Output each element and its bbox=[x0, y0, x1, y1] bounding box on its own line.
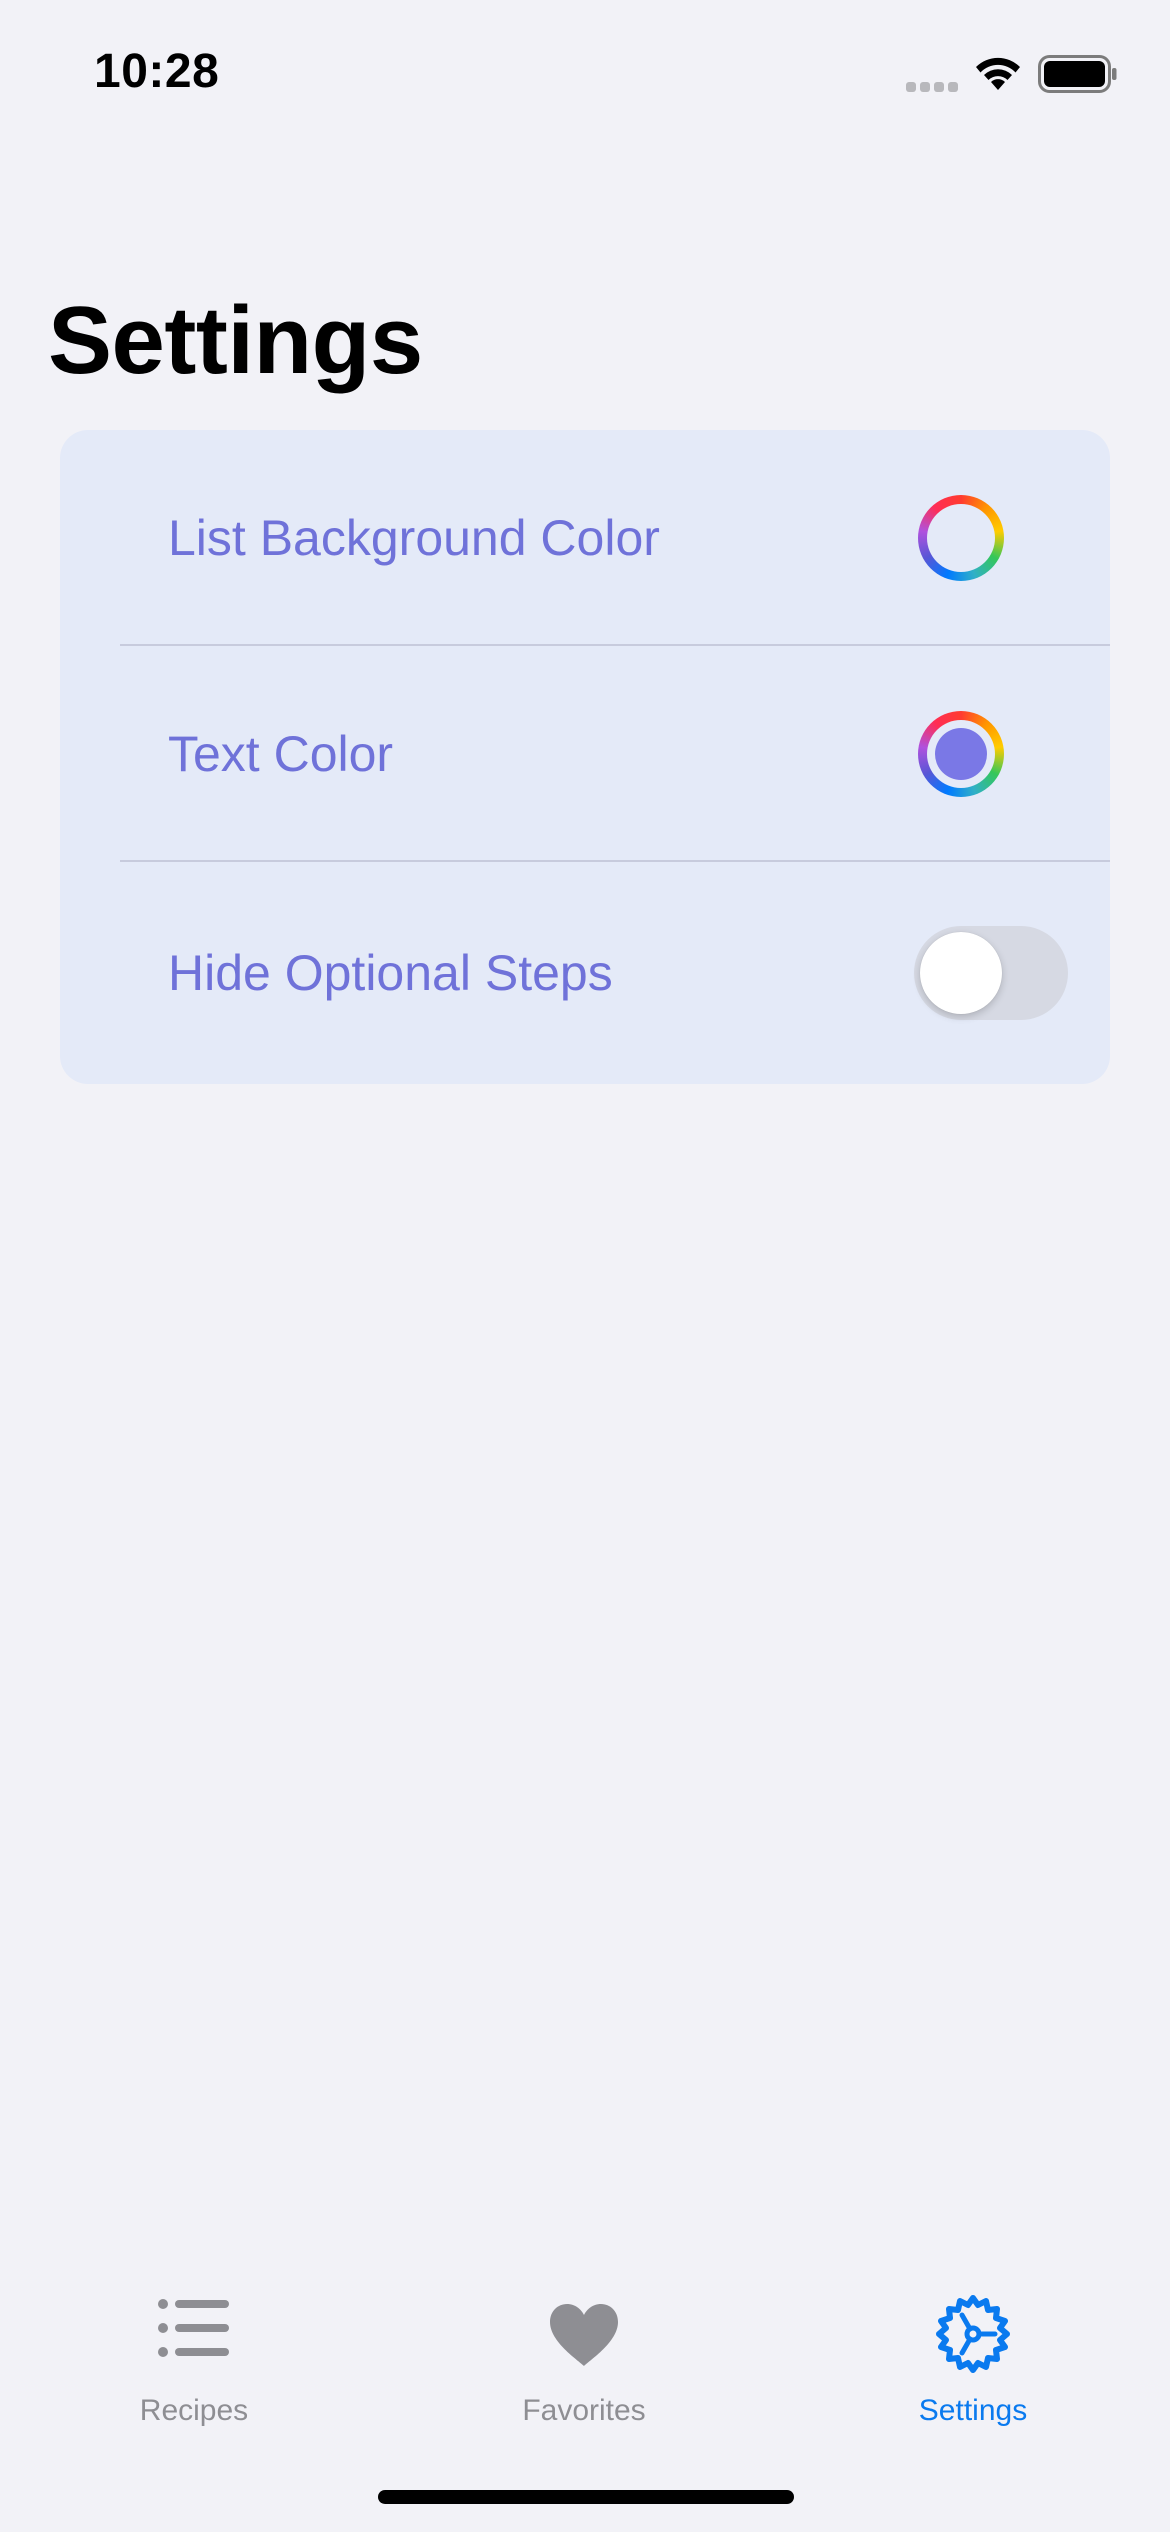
tab-recipes[interactable]: Recipes bbox=[64, 2270, 324, 2430]
gear-icon bbox=[936, 2295, 1010, 2373]
status-bar: 10:28 bbox=[0, 0, 1170, 140]
list-background-color-well[interactable] bbox=[918, 495, 1004, 581]
toggle-knob bbox=[920, 932, 1002, 1014]
heart-icon bbox=[550, 2304, 618, 2366]
status-time: 10:28 bbox=[94, 45, 220, 98]
text-color-label: Text Color bbox=[168, 726, 394, 782]
tab-recipes-label: Recipes bbox=[139, 2394, 249, 2427]
list-background-color-label: List Background Color bbox=[168, 510, 660, 566]
text-color-well[interactable] bbox=[918, 711, 1004, 797]
settings-screen: 10:28 Settings List Background Color Tex… bbox=[0, 0, 1170, 2532]
hide-optional-steps-toggle[interactable] bbox=[914, 926, 1068, 1020]
battery-icon bbox=[1038, 55, 1117, 93]
hide-optional-steps-label: Hide Optional Steps bbox=[168, 945, 613, 1001]
tab-favorites-label: Favorites bbox=[522, 2394, 646, 2427]
tab-settings[interactable]: Settings bbox=[843, 2270, 1103, 2430]
wifi-icon bbox=[976, 57, 1020, 90]
list-bullet-icon bbox=[158, 2299, 229, 2357]
text-color-row[interactable]: Text Color bbox=[60, 646, 1110, 862]
settings-card: List Background Color Text Color Hide Op… bbox=[60, 430, 1110, 1084]
tab-settings-label: Settings bbox=[918, 2394, 1028, 2427]
tab-favorites[interactable]: Favorites bbox=[454, 2270, 714, 2430]
cellular-signal-icon bbox=[906, 82, 960, 92]
page-title: Settings bbox=[48, 287, 423, 394]
home-indicator[interactable] bbox=[378, 2490, 794, 2504]
list-background-color-row[interactable]: List Background Color bbox=[60, 430, 1110, 646]
hide-optional-steps-row: Hide Optional Steps bbox=[60, 862, 1110, 1084]
